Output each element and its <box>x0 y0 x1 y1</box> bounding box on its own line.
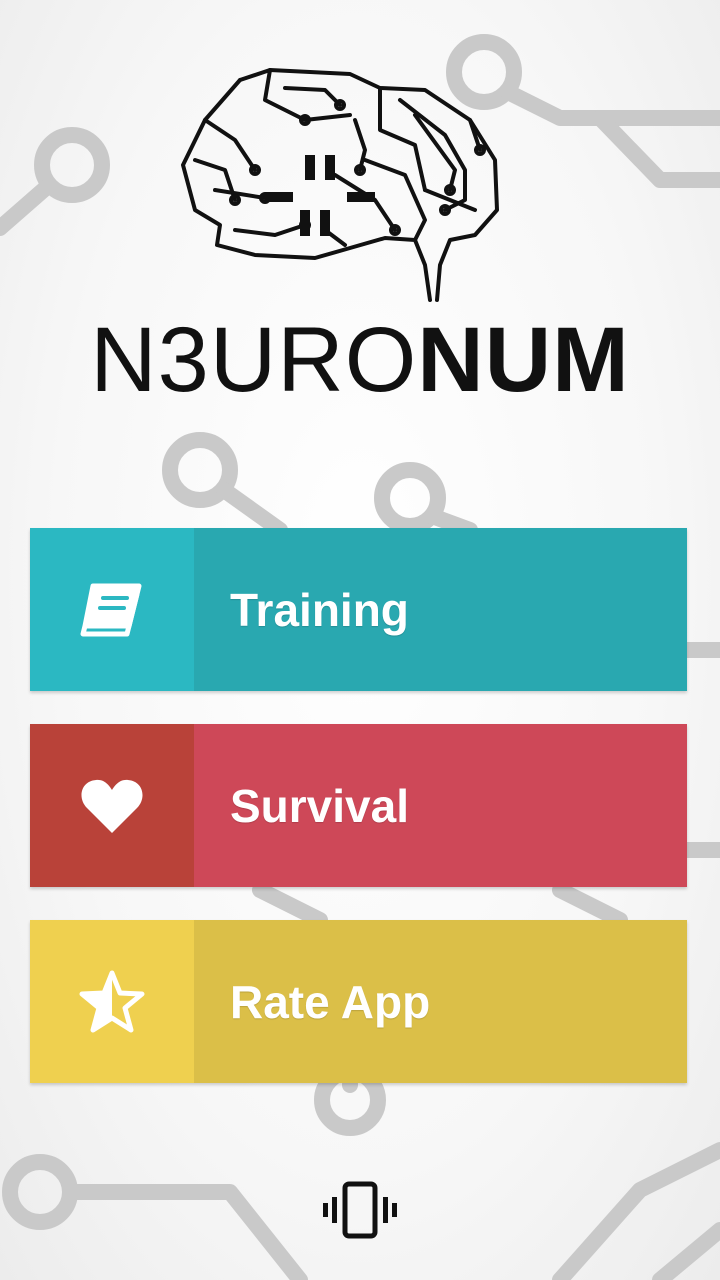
brain-circuit-logo <box>181 68 499 302</box>
rate-app-label: Rate App <box>230 975 431 1028</box>
main-screen: N3URONUM Training Survival Rate App <box>0 0 720 1280</box>
app-title-bold: NUM <box>417 309 630 411</box>
logo-area: N3URONUM <box>0 50 720 411</box>
survival-icon-box <box>30 724 194 887</box>
half-star-icon <box>79 970 145 1032</box>
survival-label: Survival <box>230 779 409 832</box>
heart-icon <box>81 779 143 833</box>
training-icon-box <box>30 528 194 691</box>
app-title-light: N3URO <box>90 309 418 411</box>
rate-icon-box <box>30 920 194 1083</box>
training-button[interactable]: Training <box>30 528 687 691</box>
book-icon <box>80 583 142 636</box>
survival-button[interactable]: Survival <box>30 724 687 887</box>
rate-app-button[interactable]: Rate App <box>30 920 687 1083</box>
vibrate-toggle[interactable] <box>320 1180 400 1240</box>
training-label: Training <box>230 583 409 636</box>
vibrate-icon <box>323 1181 397 1239</box>
app-title: N3URONUM <box>0 305 720 415</box>
